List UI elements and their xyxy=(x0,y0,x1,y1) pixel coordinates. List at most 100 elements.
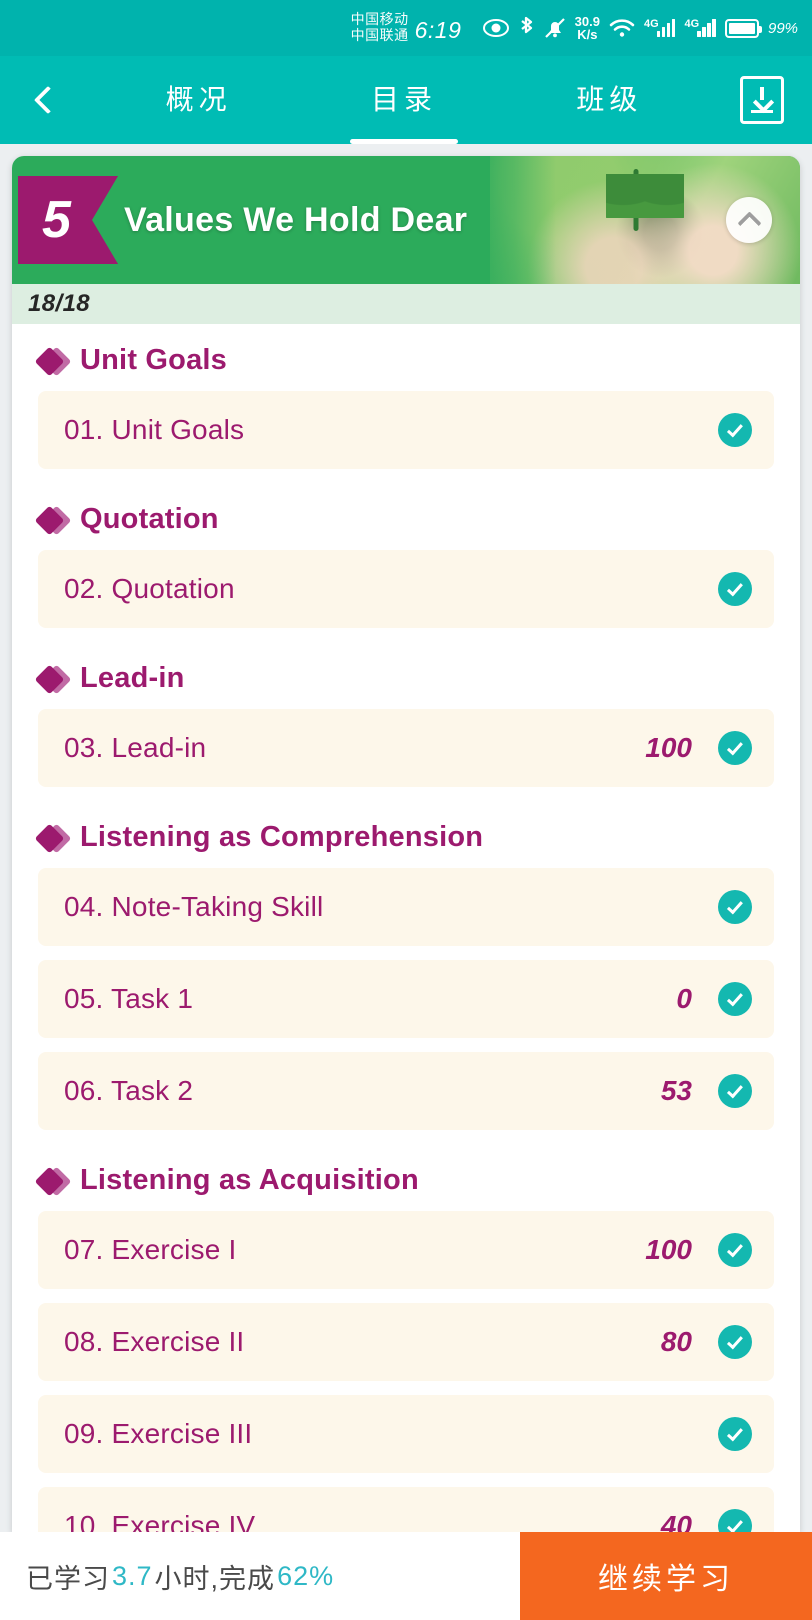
unit-progress-fill xyxy=(12,284,800,324)
signal-2-bars xyxy=(697,19,716,37)
wifi-icon xyxy=(609,18,635,38)
section-title: Lead-in xyxy=(80,662,185,694)
list-item-score: 100 xyxy=(645,1234,692,1265)
nav-tabs: 概况 目录 班级 xyxy=(96,56,712,144)
completed-check-icon xyxy=(718,1233,752,1267)
list-item-label: 07. Exercise I xyxy=(64,1234,237,1265)
unit-banner: 5 Values We Hold Dear xyxy=(12,156,800,284)
signal-2-generation: 4G xyxy=(684,18,700,30)
status-time: 6:19 xyxy=(414,16,462,43)
section-title: Quotation xyxy=(80,503,219,535)
list-item-label: 01. Unit Goals xyxy=(64,414,245,445)
completed-check-icon xyxy=(718,1325,752,1359)
diamond-icon xyxy=(38,1166,68,1196)
status-bar-icons: 30.9 K/s 4G 4G 99% xyxy=(461,15,798,41)
carrier-names: 中国移动 中国联通 xyxy=(351,12,409,43)
list-item[interactable]: 06. Task 2 53 xyxy=(38,1052,774,1130)
section-title: Unit Goals xyxy=(80,344,228,376)
diamond-icon xyxy=(38,823,68,853)
list-item[interactable]: 10. Exercise IV 40 xyxy=(38,1487,774,1532)
completed-check-icon xyxy=(718,413,752,447)
signal-icon-1: 4G xyxy=(644,19,676,37)
section-header: Listening as Acquisition xyxy=(12,1144,800,1211)
list-item-score: 40 xyxy=(660,1510,692,1532)
list-item-label: 02. Quotation xyxy=(64,573,235,604)
completed-check-icon xyxy=(718,1509,752,1532)
unit-title: Values We Hold Dear xyxy=(124,200,468,239)
list-item-label: 10. Exercise IV xyxy=(64,1510,256,1532)
section-header: Lead-in xyxy=(12,642,800,709)
bluetooth-icon xyxy=(518,16,535,40)
list-item-label: 05. Task 1 xyxy=(64,983,194,1014)
status-bar: 中国移动 中国联通 6:19 30.9 K/s 4G 4G 99% xyxy=(0,0,812,56)
battery-percent: 99% xyxy=(767,19,799,37)
completed-check-icon xyxy=(718,890,752,924)
diamond-icon xyxy=(38,346,68,376)
carrier-2: 中国联通 xyxy=(350,27,409,43)
study-percent: 62% xyxy=(277,1560,335,1591)
carrier-1: 中国移动 xyxy=(350,11,409,28)
unit-progress-bar: 18/18 xyxy=(12,284,800,324)
study-stat-mid: 小时,完成 xyxy=(154,1563,276,1594)
download-button[interactable] xyxy=(712,56,812,144)
list-item-score: 80 xyxy=(660,1326,692,1357)
list-item-label: 09. Exercise III xyxy=(64,1418,253,1449)
network-speed-unit: K/s xyxy=(577,27,598,42)
completed-check-icon xyxy=(718,731,752,765)
list-item[interactable]: 01. Unit Goals xyxy=(38,391,774,469)
completed-check-icon xyxy=(718,982,752,1016)
list-item-score: 100 xyxy=(645,732,692,763)
lesson-list: Unit Goals 01. Unit Goals Quotation 02. … xyxy=(12,324,800,1532)
bottom-bar: 已学习 3.7 小时,完成 62% 继续学习 xyxy=(0,1532,812,1620)
list-item-label: 03. Lead-in xyxy=(64,732,207,763)
tab-contents[interactable]: 目录 xyxy=(301,56,506,144)
section-header: Listening as Comprehension xyxy=(12,801,800,868)
nav-bar: 概况 目录 班级 xyxy=(0,56,812,144)
app-root: 中国移动 中国联通 6:19 30.9 K/s 4G 4G 99% 概况 目录 … xyxy=(0,0,812,1620)
network-speed: 30.9 K/s xyxy=(575,15,600,41)
list-item[interactable]: 02. Quotation xyxy=(38,550,774,628)
completed-check-icon xyxy=(718,1074,752,1108)
signal-icon-2: 4G xyxy=(684,19,716,37)
section-title: Listening as Comprehension xyxy=(80,821,484,853)
continue-learning-button[interactable]: 继续学习 xyxy=(520,1532,812,1620)
list-item-score: 53 xyxy=(660,1075,692,1106)
download-icon xyxy=(740,76,784,124)
list-item[interactable]: 09. Exercise III xyxy=(38,1395,774,1473)
study-hours: 3.7 xyxy=(112,1560,153,1591)
eye-icon xyxy=(482,19,509,37)
list-item-label: 06. Task 2 xyxy=(64,1075,194,1106)
content-scroll-area[interactable]: 5 Values We Hold Dear 18/18 Unit Goals 0… xyxy=(0,144,812,1532)
list-item-label: 08. Exercise II xyxy=(64,1326,245,1357)
tab-class[interactable]: 班级 xyxy=(507,56,712,144)
battery-icon xyxy=(724,18,762,38)
study-stat-prefix: 已学习 xyxy=(26,1563,110,1594)
status-bar-center: 中国移动 中国联通 6:19 xyxy=(351,12,462,43)
list-item[interactable]: 08. Exercise II 80 xyxy=(38,1303,774,1381)
collapse-unit-button[interactable] xyxy=(726,197,772,243)
unit-number-ribbon: 5 xyxy=(18,176,118,264)
back-button[interactable] xyxy=(0,56,96,144)
list-item[interactable]: 05. Task 1 0 xyxy=(38,960,774,1038)
list-item-label: 04. Note-Taking Skill xyxy=(64,891,324,922)
tab-overview[interactable]: 概况 xyxy=(96,56,301,144)
unit-card: 5 Values We Hold Dear 18/18 Unit Goals 0… xyxy=(12,156,800,1532)
chevron-left-icon xyxy=(33,85,63,115)
section-header: Unit Goals xyxy=(12,324,800,391)
list-item[interactable]: 03. Lead-in 100 xyxy=(38,709,774,787)
list-item[interactable]: 07. Exercise I 100 xyxy=(38,1211,774,1289)
unit-progress-text: 18/18 xyxy=(28,290,91,317)
list-item-score: 0 xyxy=(676,983,692,1014)
diamond-icon xyxy=(38,664,68,694)
unit-number: 5 xyxy=(42,191,71,249)
study-stat-text: 已学习 3.7 小时,完成 62% xyxy=(0,1532,520,1620)
diamond-icon xyxy=(38,505,68,535)
list-item[interactable]: 04. Note-Taking Skill xyxy=(38,868,774,946)
section-title: Listening as Acquisition xyxy=(80,1164,419,1196)
chevron-up-icon xyxy=(736,210,762,235)
completed-check-icon xyxy=(718,572,752,606)
bell-mute-icon xyxy=(544,16,566,40)
section-header: Quotation xyxy=(12,483,800,550)
completed-check-icon xyxy=(718,1417,752,1451)
signal-1-bars xyxy=(656,19,676,37)
